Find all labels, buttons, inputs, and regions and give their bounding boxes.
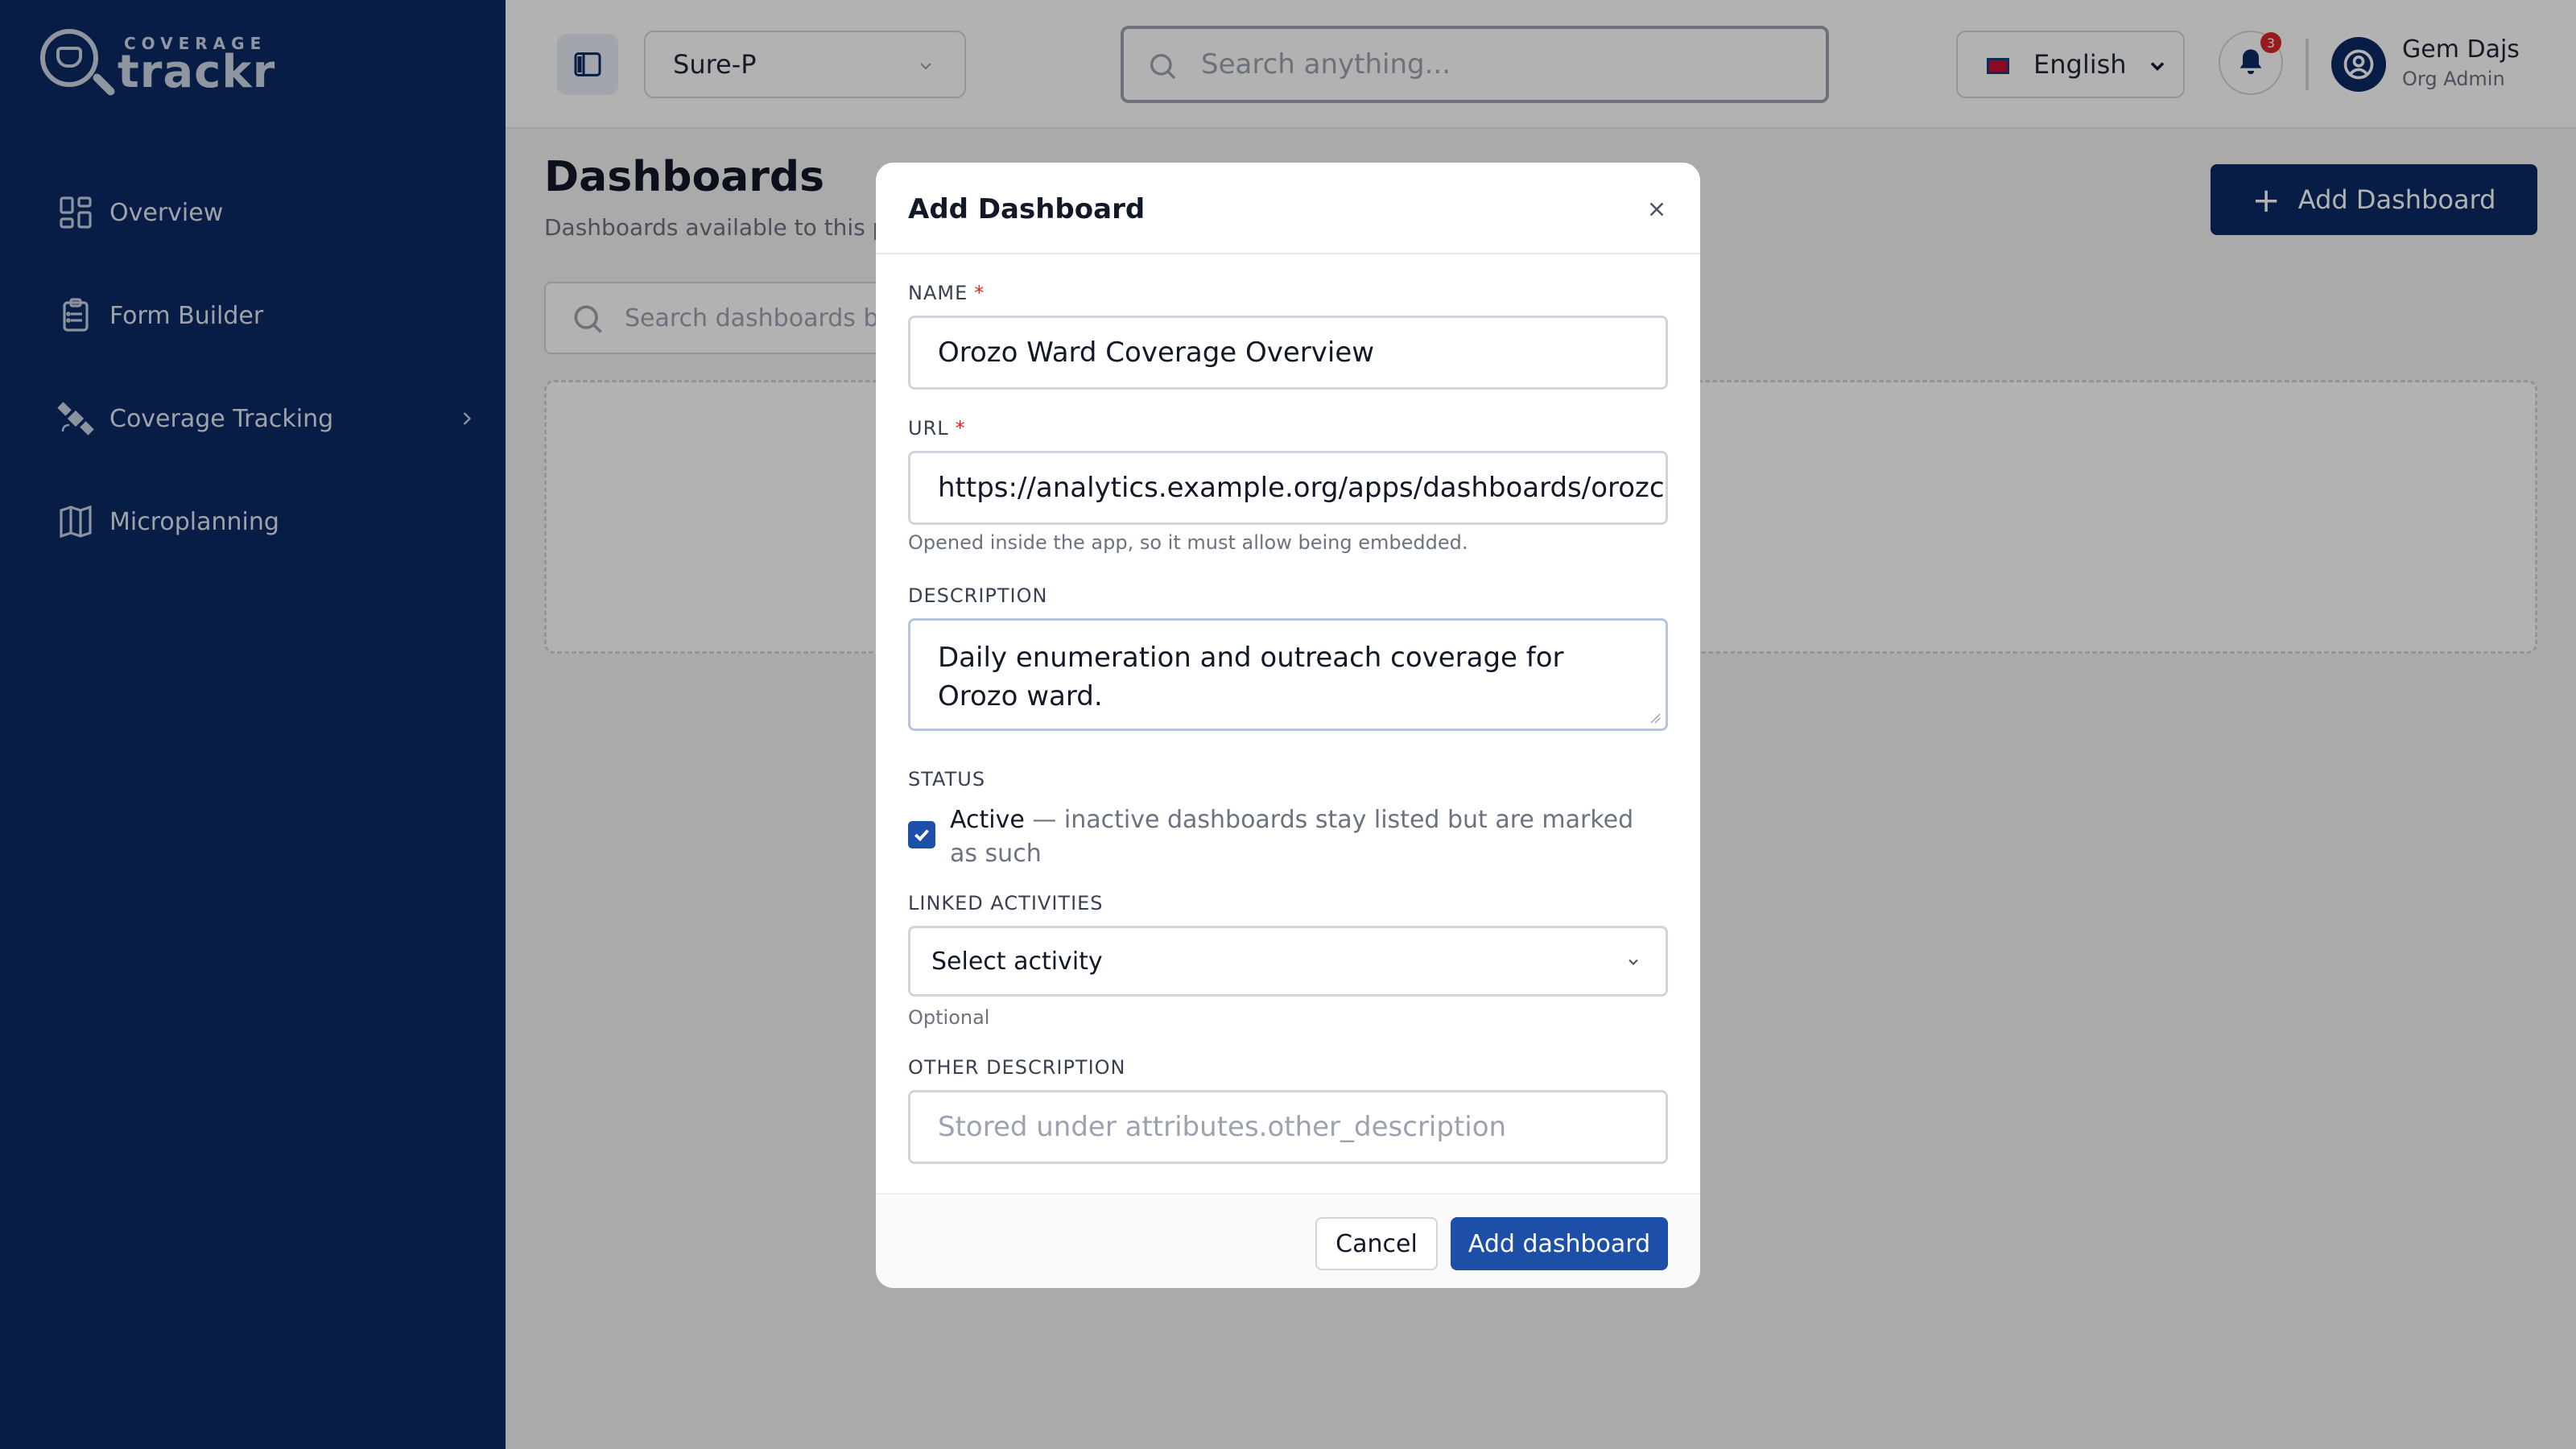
resize-handle-icon[interactable]	[1648, 711, 1661, 724]
active-hint: — inactive dashboards stay listed but ar…	[950, 806, 1634, 868]
add-dashboard-modal: Add Dashboard NAME * Orozo Ward Coverage …	[876, 163, 1700, 1288]
description-field[interactable]: Daily enumeration and outreach coverage …	[908, 618, 1668, 731]
description-label: DESCRIPTION	[908, 584, 1048, 607]
linked-activities-label: LINKED ACTIVITIES	[908, 892, 1104, 914]
name-label-text: NAME	[908, 282, 968, 304]
active-label: Active	[950, 806, 1025, 834]
chevron-down-icon	[1629, 959, 1638, 965]
linked-activities-placeholder: Select activity	[931, 947, 1103, 976]
required-asterisk: *	[955, 417, 966, 440]
modal-title: Add Dashboard	[908, 193, 1146, 225]
url-hint: Opened inside the app, so it must allow …	[908, 531, 1468, 554]
status-label: STATUS	[908, 768, 986, 791]
close-icon	[1649, 202, 1664, 217]
active-checkbox-label[interactable]: Active — inactive dashboards stay listed…	[950, 803, 1666, 871]
name-field[interactable]: Orozo Ward Coverage Overview	[908, 316, 1668, 390]
name-label: NAME *	[908, 282, 985, 304]
url-label: URL *	[908, 417, 966, 440]
description-field-value: Daily enumeration and outreach coverage …	[938, 642, 1564, 712]
url-field-value: https://analytics.example.org/apps/dashb…	[938, 472, 1665, 504]
modal-footer: Cancel Add dashboard	[876, 1193, 1700, 1288]
url-label-text: URL	[908, 417, 949, 440]
linked-activities-select[interactable]: Select activity	[908, 926, 1668, 997]
cancel-button[interactable]: Cancel	[1315, 1217, 1438, 1270]
checkmark-icon	[914, 829, 929, 842]
other-description-label: OTHER DESCRIPTION	[908, 1056, 1126, 1079]
modal-header: Add Dashboard	[876, 163, 1700, 254]
other-description-field[interactable]: Stored under attributes.other_descriptio…	[908, 1090, 1668, 1164]
url-field[interactable]: https://analytics.example.org/apps/dashb…	[908, 451, 1668, 525]
other-description-placeholder: Stored under attributes.other_descriptio…	[938, 1111, 1507, 1143]
linked-activities-hint: Optional	[908, 1006, 990, 1029]
name-field-value: Orozo Ward Coverage Overview	[938, 336, 1375, 369]
submit-add-dashboard-button[interactable]: Add dashboard	[1451, 1217, 1668, 1270]
required-asterisk: *	[974, 282, 985, 304]
close-button[interactable]	[1641, 193, 1673, 225]
active-checkbox[interactable]	[908, 821, 935, 848]
